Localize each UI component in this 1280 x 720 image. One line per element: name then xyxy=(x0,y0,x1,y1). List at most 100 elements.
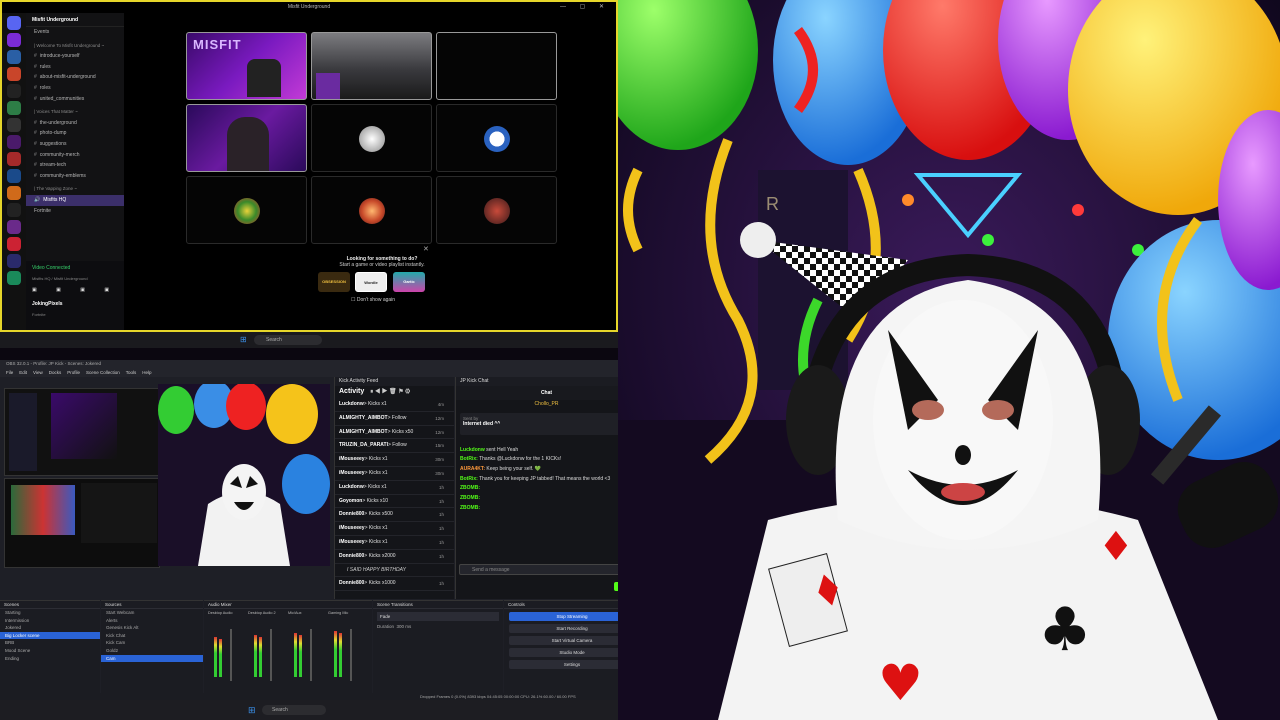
menu-item[interactable]: Tools xyxy=(126,370,137,375)
window-controls[interactable]: — ▢ ✕ xyxy=(560,2,610,13)
source-item[interactable]: Alerts xyxy=(101,617,203,625)
chat-username[interactable]: ZBOMB: xyxy=(460,505,480,511)
chat-username[interactable]: BotRix: xyxy=(460,476,478,482)
server-icon[interactable] xyxy=(7,169,21,183)
channel-event[interactable]: Events xyxy=(26,27,124,38)
windows-start-icon[interactable]: ⊞ xyxy=(248,705,256,716)
chat-message[interactable]: Luckdonw sent Hell Yeah xyxy=(456,445,637,455)
feed-row[interactable]: Luckdonw> Kicks x1 4m xyxy=(335,398,454,412)
feed-row[interactable]: iMouseeey> Kicks x1 1h xyxy=(335,522,454,536)
channel-text[interactable]: # rules xyxy=(26,62,124,73)
chat-username[interactable]: Luckdonw xyxy=(460,447,485,453)
scene-item[interactable]: Jokered xyxy=(0,624,100,632)
channel-text[interactable]: # the-underground xyxy=(26,118,124,129)
server-icon[interactable] xyxy=(7,118,21,132)
chat-message[interactable]: AURA4KT: Keep being your self. 💚 xyxy=(456,464,637,474)
scene-item[interactable]: BRB xyxy=(0,639,100,647)
taskbar-search[interactable]: Search xyxy=(262,705,326,715)
video-tile[interactable] xyxy=(436,104,557,172)
server-icon[interactable] xyxy=(7,84,21,98)
source-item[interactable]: Start Webcam xyxy=(101,609,203,617)
chat-tab[interactable]: Chat xyxy=(456,386,637,400)
channel-category[interactable]: | The Vapping Zone ~ xyxy=(26,184,124,195)
feed-row[interactable]: iMouseeey> Kicks x1 30m xyxy=(335,467,454,481)
chat-message[interactable]: ZBOMB: xyxy=(456,493,637,503)
channel-text[interactable]: # community-emblems xyxy=(26,171,124,182)
chat-message[interactable]: BotRix: Thanks @Luckdonw for the 1 KICKs… xyxy=(456,455,637,465)
feed-row[interactable]: ALMIGHTY_AIMBOT> Kicks x50 12m xyxy=(335,426,454,440)
source-item[interactable]: Kick Chat xyxy=(101,632,203,640)
chat-username[interactable]: BotRix: xyxy=(460,456,478,462)
menu-item[interactable]: Edit xyxy=(19,370,27,375)
home-icon[interactable] xyxy=(7,16,21,30)
volume-fader[interactable] xyxy=(230,629,232,681)
server-icon[interactable] xyxy=(7,237,21,251)
transition-select[interactable]: Fade xyxy=(377,612,499,621)
feed-row[interactable]: Donnie800> Kicks x2000 1h xyxy=(335,550,454,564)
video-tile[interactable] xyxy=(311,176,432,244)
video-tile[interactable] xyxy=(436,32,557,100)
feed-row[interactable]: Donnie800> Kicks x1000 1h xyxy=(335,577,454,592)
channel-text[interactable]: # roles xyxy=(26,83,124,94)
channel-text[interactable]: # introduce-yourself xyxy=(26,51,124,62)
source-item[interactable]: Kick Cam xyxy=(101,639,203,647)
control-button[interactable]: Stop Streaming xyxy=(509,612,635,621)
video-tile[interactable] xyxy=(311,104,432,172)
control-button[interactable]: Studio Mode xyxy=(509,648,635,657)
channel-category[interactable]: | Voices That Matter ~ xyxy=(26,107,124,118)
username[interactable]: JokingPixels xyxy=(26,297,124,311)
scene-item[interactable]: Intermission xyxy=(0,617,100,625)
menu-item[interactable]: Profile xyxy=(67,370,80,375)
activity-gartic[interactable]: Gartic xyxy=(393,272,425,292)
feed-controls[interactable]: ⏸ ◀ ▶ 🗑 ⚑ ⚙ xyxy=(370,389,410,395)
channel-text[interactable]: # suggestions xyxy=(26,139,124,150)
server-name[interactable]: Misfit Underground xyxy=(26,13,124,27)
source-item[interactable]: Gold2 xyxy=(101,647,203,655)
channel-category[interactable]: | Welcome To Misfit Underground ~ xyxy=(26,41,124,52)
channel-text[interactable]: # community-merch xyxy=(26,150,124,161)
server-icon[interactable] xyxy=(7,135,21,149)
activity-obsession[interactable]: OBSESSION xyxy=(318,272,350,292)
video-tile[interactable] xyxy=(311,32,432,100)
video-tile[interactable]: MISFIT xyxy=(186,32,307,100)
channel-activity[interactable]: Fortnite xyxy=(26,206,124,217)
channel-text[interactable]: # united_communities xyxy=(26,94,124,105)
chat-message[interactable]: ZBOMB: xyxy=(456,503,637,513)
source-item[interactable]: Genesis Kick Alt xyxy=(101,624,203,632)
scene-item[interactable]: Mood Scene xyxy=(0,647,100,655)
video-tile[interactable] xyxy=(436,176,557,244)
volume-fader[interactable] xyxy=(270,629,272,681)
feed-row[interactable]: ALMIGHTY_AIMBOT> Follow 12m xyxy=(335,412,454,426)
feed-row[interactable]: iMouseeey> Kicks x1 1h xyxy=(335,536,454,550)
control-button[interactable]: Start Recording xyxy=(509,624,635,633)
control-button[interactable]: Start Virtual Camera xyxy=(509,636,635,645)
control-button[interactable]: Settings xyxy=(509,660,635,669)
menu-item[interactable]: Help xyxy=(142,370,151,375)
feed-row[interactable]: TRUZIN_DA_PARATI> Follow 15m xyxy=(335,439,454,454)
feed-row[interactable]: Luckdonw> Kicks x1 1h xyxy=(335,481,454,495)
server-icon[interactable] xyxy=(7,152,21,166)
server-icon[interactable] xyxy=(7,101,21,115)
server-icon[interactable] xyxy=(7,203,21,217)
dont-show-checkbox[interactable]: ☐ Don't show again xyxy=(351,297,395,303)
channel-text[interactable]: # about-misfit-underground xyxy=(26,72,124,83)
windows-start-icon[interactable]: ⊞ xyxy=(240,335,247,344)
menu-item[interactable]: Docks xyxy=(49,370,62,375)
chat-username[interactable]: ZBOMB: xyxy=(460,485,480,491)
menu-item[interactable]: View xyxy=(33,370,43,375)
scene-item[interactable]: Ending xyxy=(0,655,100,663)
channel-voice-selected[interactable]: 🔊 Misfits HQ xyxy=(26,194,124,206)
volume-fader[interactable] xyxy=(310,629,312,681)
feed-row[interactable]: Donnie800> Kicks x500 1h xyxy=(335,508,454,523)
server-icon[interactable] xyxy=(7,220,21,234)
chat-username[interactable]: ZBOMB: xyxy=(460,495,480,501)
menu-item[interactable]: Scene Collection xyxy=(86,370,120,375)
channel-text[interactable]: # stream-tech xyxy=(26,160,124,171)
channel-text[interactable]: # photo-dump xyxy=(26,128,124,139)
feed-row[interactable]: Goyomon> Kicks x10 1h xyxy=(335,495,454,509)
scene-item[interactable]: Big Locker scene xyxy=(0,631,100,640)
scene-item[interactable]: Starting xyxy=(0,609,100,617)
video-tile[interactable] xyxy=(186,104,307,172)
chat-input[interactable]: Send a message xyxy=(459,564,634,575)
activity-wordle[interactable]: Wordle xyxy=(355,272,387,292)
